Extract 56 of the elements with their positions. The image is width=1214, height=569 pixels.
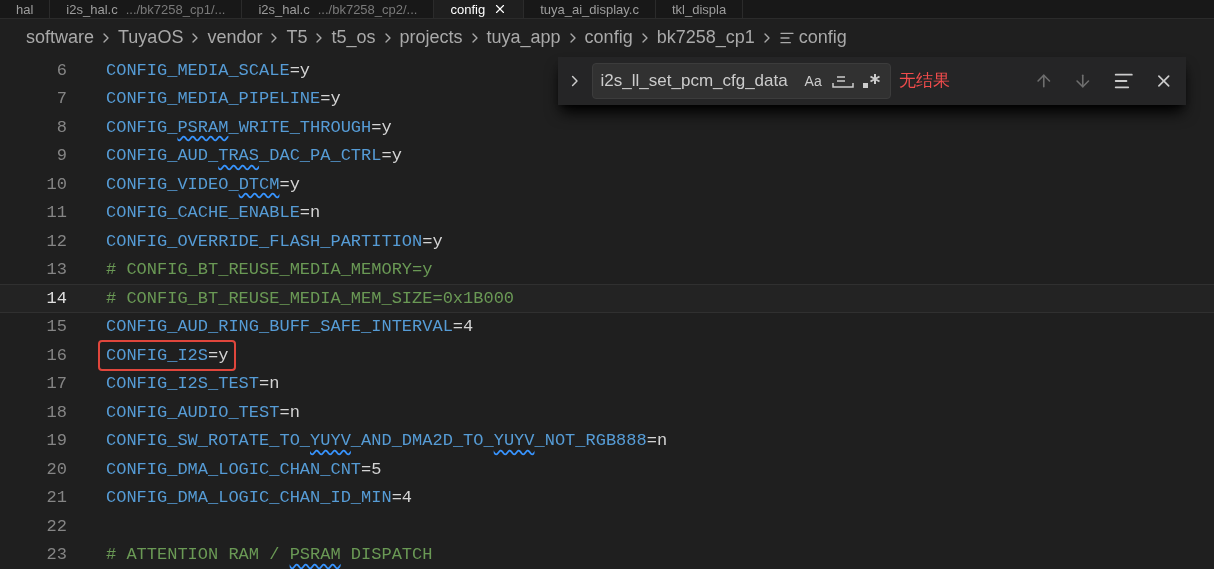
line-number: 13 bbox=[45, 259, 67, 281]
line-number: 18 bbox=[45, 401, 67, 424]
code-line: CONFIG_MEDIA_PIPELINE=y bbox=[106, 88, 341, 110]
breadcrumb-item[interactable]: tuya_app bbox=[486, 24, 561, 52]
tab-filename: config bbox=[450, 2, 486, 16]
tab-filename: i2s_hal.c bbox=[66, 2, 118, 16]
code-line: CONFIG_AUD_TRAS_DAC_PA_CTRL=y bbox=[106, 145, 402, 167]
breadcrumb-item[interactable]: config bbox=[584, 24, 633, 52]
breadcrumb-item[interactable]: software bbox=[26, 24, 95, 52]
breadcrumb-item[interactable]: bk7258_cp1 bbox=[656, 24, 755, 52]
find-input[interactable]: i2s_ll_set_pcm_cfg_data Aa bbox=[591, 63, 891, 99]
line-number: 19 bbox=[45, 430, 67, 452]
line-number: 23 bbox=[45, 544, 67, 566]
tab-path: .../bk7258_cp2/... bbox=[317, 2, 418, 16]
line-number: 10 bbox=[45, 173, 67, 196]
breadcrumb-item[interactable]: t5_os bbox=[331, 24, 376, 52]
line-number: 9 bbox=[55, 145, 67, 167]
line-number: 8 bbox=[55, 116, 67, 139]
line-number: 6 bbox=[55, 59, 67, 82]
line-number: 22 bbox=[45, 515, 67, 538]
line-number: 7 bbox=[55, 88, 67, 110]
code-line: CONFIG_CACHE_ENABLE=n bbox=[106, 202, 321, 224]
code-line: CONFIG_OVERRIDE_FLASH_PARTITION=y bbox=[106, 230, 443, 253]
line-number: 15 bbox=[45, 316, 67, 338]
line-number: 21 bbox=[45, 487, 67, 509]
line-number: 11 bbox=[45, 202, 67, 224]
tab-filename: tkl_displa bbox=[671, 2, 727, 16]
breadcrumb-item[interactable]: projects bbox=[399, 24, 463, 52]
line-number: 12 bbox=[45, 230, 67, 253]
match-case-icon[interactable]: Aa bbox=[800, 70, 826, 92]
no-results-message: 无结果 bbox=[898, 70, 951, 93]
code-line: CONFIG_DMA_LOGIC_CHAN_ID_MIN=4 bbox=[106, 487, 413, 509]
code-line: CONFIG_AUD_RING_BUFF_SAFE_INTERVAL=4 bbox=[106, 316, 474, 338]
line-number: 20 bbox=[45, 458, 67, 481]
editor-tab[interactable]: config bbox=[434, 0, 525, 19]
code-line: CONFIG_SW_ROTATE_TO_YUYV_AND_DMA2D_TO_YUYV_NOT_RGB888=n bbox=[106, 430, 668, 452]
tab-filename: i2s_hal.c bbox=[258, 2, 310, 16]
tab-filename: hal bbox=[16, 2, 34, 16]
code-line: CONFIG_I2S_TEST=n bbox=[106, 373, 280, 395]
breadcrumb-item[interactable]: TuyaOS bbox=[118, 24, 184, 52]
tab-path: .../bk7258_cp1/... bbox=[125, 2, 226, 16]
tab-filename: tuya_ai_display.c bbox=[540, 2, 639, 16]
code-line: CONFIG_AUDIO_TEST=n bbox=[106, 401, 300, 424]
line-number: 17 bbox=[45, 373, 67, 395]
code-line: # CONFIG_BT_REUSE_MEDIA_MEM_SIZE=0x1B000 bbox=[106, 287, 515, 310]
code-line: CONFIG_MEDIA_SCALE=y bbox=[106, 59, 311, 82]
line-number: 14 bbox=[45, 287, 67, 310]
breadcrumb-item[interactable]: config bbox=[798, 24, 847, 52]
code-line: CONFIG_DMA_LOGIC_CHAN_CNT=5 bbox=[106, 458, 382, 481]
code-line: CONFIG_PSRAM_WRITE_THROUGH=y bbox=[106, 116, 392, 139]
breadcrumb-item[interactable]: vendor bbox=[207, 24, 263, 52]
breadcrumb-item[interactable]: T5 bbox=[286, 24, 308, 52]
code-line: # CONFIG_BT_REUSE_MEDIA_MEMORY=y bbox=[106, 259, 433, 281]
code-line: # ATTENTION RAM / PSRAM DISPATCH bbox=[106, 544, 433, 566]
line-number: 16 bbox=[45, 344, 67, 367]
code-line: CONFIG_VIDEO_DTCM=y bbox=[106, 173, 300, 196]
